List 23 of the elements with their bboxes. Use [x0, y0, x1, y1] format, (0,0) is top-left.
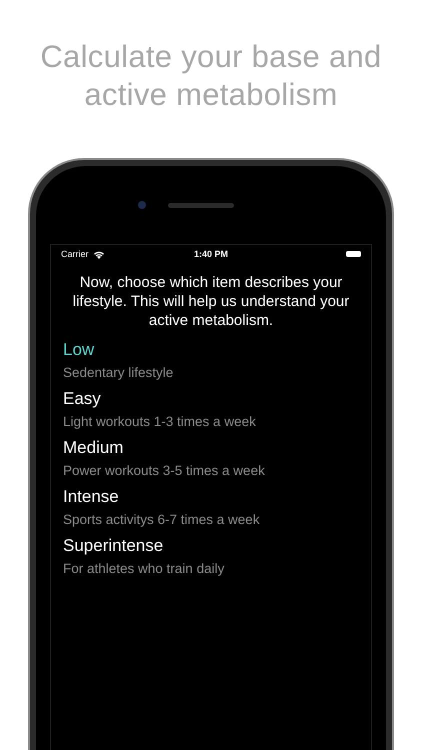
prompt-text: Now, choose which item describes your lifestyle. This will help us understand your active metabolism. — [72, 273, 350, 330]
option-description: Sedentary lifestyle — [63, 365, 174, 380]
option-description: Light workouts 1-3 times a week — [63, 414, 257, 429]
lifestyle-option[interactable]: Medium Power workouts 3-5 times a week — [63, 438, 361, 478]
status-time: 1:40 PM — [194, 249, 228, 259]
camera-icon — [138, 201, 146, 209]
option-description: For athletes who train daily — [63, 561, 226, 576]
option-title: Medium — [63, 438, 124, 458]
lifestyle-option[interactable]: Low Sedentary lifestyle — [63, 340, 361, 380]
wifi-icon — [92, 250, 105, 258]
battery-icon — [346, 251, 361, 257]
lifestyle-option[interactable]: Superintense For athletes who train daily — [63, 536, 361, 576]
lifestyle-option[interactable]: Easy Light workouts 1-3 times a week — [63, 389, 361, 429]
option-description: Sports activitys 6-7 times a week — [63, 512, 261, 527]
option-title: Intense — [63, 487, 120, 507]
lifestyle-option[interactable]: Intense Sports activitys 6-7 times a week — [63, 487, 361, 527]
carrier-label: Carrier — [61, 249, 89, 259]
headline: Calculate your base and active metabolism — [39, 38, 383, 114]
option-title: Superintense — [63, 536, 164, 556]
option-description: Power workouts 3-5 times a week — [63, 463, 266, 478]
option-title: Easy — [63, 389, 102, 409]
option-title: Low — [63, 340, 96, 360]
speaker-icon — [168, 202, 234, 208]
